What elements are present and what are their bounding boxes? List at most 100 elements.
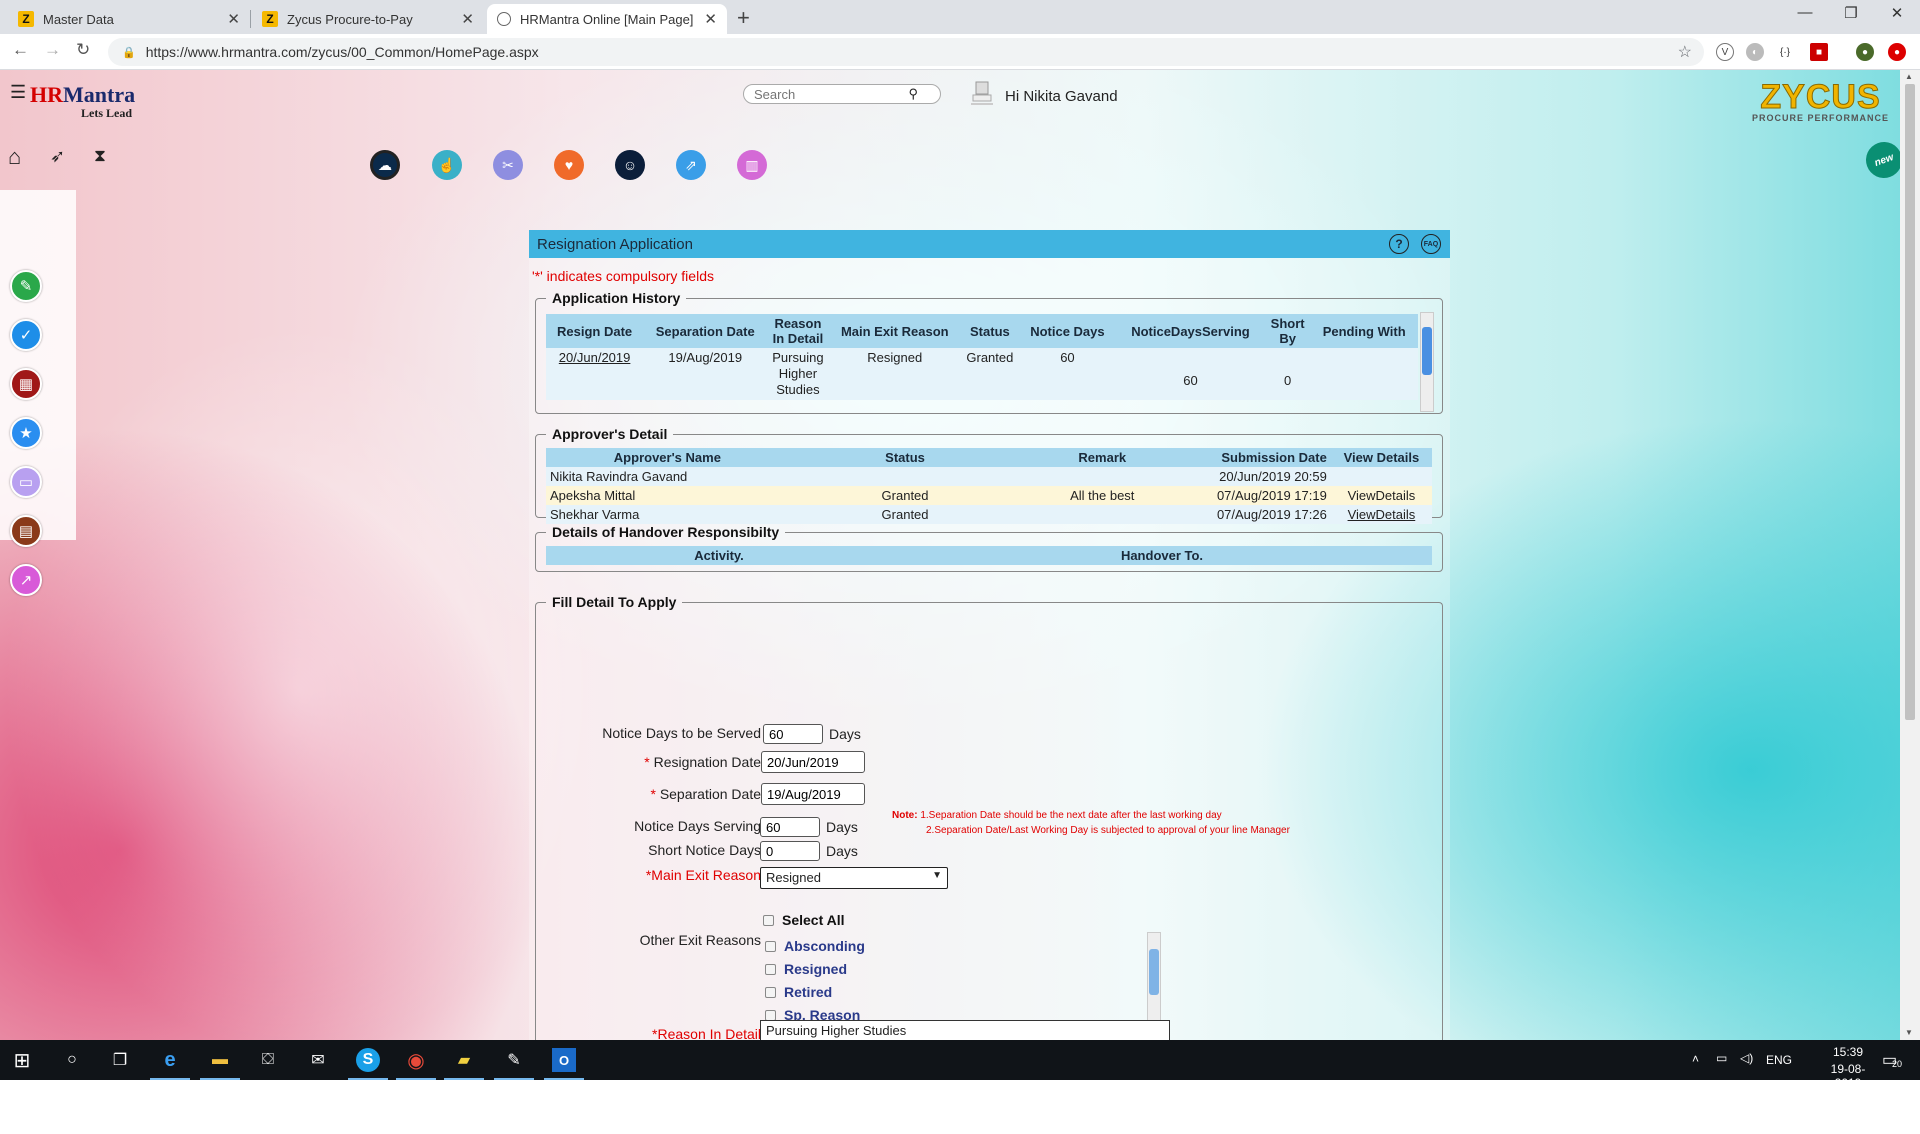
skype-icon[interactable]: S: [348, 1048, 388, 1080]
new-badge[interactable]: new: [1860, 136, 1900, 184]
minimize-icon[interactable]: —: [1782, 4, 1828, 21]
profile-avatar[interactable]: ●: [1856, 43, 1874, 61]
reload-icon[interactable]: ↻: [76, 40, 90, 60]
hourglass-icon[interactable]: ⧗: [94, 146, 106, 166]
scroll-thumb[interactable]: [1905, 84, 1915, 720]
forward-icon[interactable]: →: [44, 40, 61, 60]
outlook-icon[interactable]: O: [544, 1048, 584, 1080]
hrmantra-logo[interactable]: HRMantra Lets Lead: [30, 82, 135, 121]
language-indicator[interactable]: ENG: [1766, 1053, 1792, 1067]
task-view-icon[interactable]: ❐: [108, 1048, 132, 1072]
module-touch-icon[interactable]: ☝: [432, 150, 462, 180]
section-legend: Fill Detail To Apply: [552, 594, 677, 610]
history-scrollbar[interactable]: [1420, 312, 1434, 412]
module-person-icon[interactable]: ☺: [615, 150, 645, 180]
tab-zycus-p2p[interactable]: Z Zycus Procure-to-Pay ✕: [252, 4, 484, 34]
module-tools-icon[interactable]: ✂: [493, 150, 523, 180]
col-notice-days: Notice Days: [1018, 314, 1117, 348]
windows-start-icon[interactable]: ⊞: [10, 1048, 34, 1072]
reason-detail-textarea[interactable]: Pursuing Higher Studies: [760, 1020, 1170, 1040]
store-icon[interactable]: ⛋: [256, 1048, 280, 1072]
brand-tagline: PROCURE PERFORMANCE: [1752, 113, 1890, 123]
home-icon[interactable]: ⌂: [8, 144, 21, 170]
chrome-icon[interactable]: ◉: [396, 1048, 436, 1080]
sidebar-calendar-icon[interactable]: ▦: [10, 368, 42, 400]
back-icon[interactable]: ←: [12, 40, 29, 60]
extension-red-icon[interactable]: ■: [1810, 43, 1828, 61]
page-scrollbar[interactable]: ▲ ▼: [1900, 70, 1920, 1040]
main-exit-select[interactable]: Resigned ▼: [760, 867, 948, 889]
search-input[interactable]: [754, 86, 904, 102]
new-tab-button[interactable]: +: [737, 5, 750, 31]
faq-icon[interactable]: FAQ: [1421, 234, 1441, 254]
search-circle-icon[interactable]: ○: [60, 1048, 84, 1072]
sidebar-edit-icon[interactable]: ✎: [10, 270, 42, 302]
volume-icon[interactable]: ◁): [1740, 1051, 1753, 1065]
module-reports-icon[interactable]: ▥: [737, 150, 767, 180]
col-view-details: View Details: [1330, 448, 1432, 467]
cell-remark: [1021, 505, 1183, 524]
checkbox[interactable]: [765, 1009, 776, 1021]
separation-date-input[interactable]: [761, 783, 865, 805]
table-row: Nikita Ravindra Gavand 20/Jun/2019 20:59: [546, 467, 1432, 486]
view-details-link[interactable]: ViewDetails: [1331, 505, 1432, 524]
user-photo-icon[interactable]: [968, 80, 996, 108]
scroll-up-icon[interactable]: ▲: [1905, 72, 1913, 81]
extension-icon[interactable]: ◐: [1746, 43, 1764, 61]
module-people-icon[interactable]: ☁: [370, 150, 400, 180]
sidebar-laptop-icon[interactable]: ▭: [10, 466, 42, 498]
table-row: 20/Jun/2019 19/Aug/2019 Pursuing Higher …: [546, 348, 1418, 400]
sticky-notes-icon[interactable]: ▰: [444, 1048, 484, 1080]
resignation-date-input[interactable]: [761, 751, 865, 773]
close-window-icon[interactable]: ✕: [1874, 4, 1920, 22]
reasons-scrollbar[interactable]: [1147, 932, 1161, 1032]
short-notice-input[interactable]: [760, 841, 820, 861]
scroll-down-icon[interactable]: ▼: [1905, 1028, 1913, 1037]
reason-checkbox[interactable]: Absconding: [765, 938, 865, 954]
sidebar-check-icon[interactable]: ✓: [10, 319, 42, 351]
extension-stop-icon[interactable]: ●: [1888, 43, 1906, 61]
notice-days-input[interactable]: [763, 724, 823, 744]
cell-resign-date[interactable]: 20/Jun/2019: [546, 348, 643, 400]
extension-v-icon[interactable]: V: [1716, 43, 1734, 61]
days-unit: Days: [829, 726, 861, 742]
restore-icon[interactable]: ❐: [1828, 4, 1874, 22]
scroll-thumb[interactable]: [1422, 327, 1432, 375]
note-line-2: 2.Separation Date/Last Working Day is su…: [926, 825, 1290, 836]
checkbox[interactable]: [763, 914, 774, 926]
close-tab-icon[interactable]: ✕: [704, 10, 717, 28]
reason-checkbox[interactable]: Retired: [765, 984, 832, 1000]
bookmark-star-icon[interactable]: ☆: [1678, 42, 1692, 62]
extension-code-icon[interactable]: {·}: [1776, 43, 1794, 61]
sidebar-book-icon[interactable]: ▤: [10, 515, 42, 547]
cell-short-by: 0: [1284, 372, 1292, 388]
notifications-icon[interactable]: ▭ 20: [1882, 1050, 1902, 1070]
url-field[interactable]: 🔒 https://www.hrmantra.com/zycus/00_Comm…: [108, 38, 1704, 66]
reason-checkbox[interactable]: Resigned: [765, 961, 847, 977]
sidebar-star-icon[interactable]: ★: [10, 417, 42, 449]
tray-chevron-icon[interactable]: ˄: [1692, 1052, 1699, 1066]
notice-serving-input[interactable]: [760, 817, 820, 837]
tab-master-data[interactable]: Z Master Data ✕: [8, 4, 250, 34]
rocket-icon[interactable]: ➶: [50, 146, 65, 167]
select-all-checkbox[interactable]: Select All: [763, 912, 845, 928]
mail-icon[interactable]: ✉: [306, 1048, 330, 1072]
menu-icon[interactable]: ☰: [10, 82, 26, 103]
view-details-link[interactable]: ViewDetails: [1331, 486, 1432, 505]
checkbox[interactable]: [765, 986, 776, 998]
edge-icon[interactable]: e: [150, 1048, 190, 1080]
checkbox[interactable]: [765, 940, 776, 952]
close-tab-icon[interactable]: ✕: [227, 10, 240, 28]
close-tab-icon[interactable]: ✕: [461, 10, 474, 28]
notepad-icon[interactable]: ✎: [494, 1048, 534, 1080]
network-icon[interactable]: ▭: [1716, 1051, 1727, 1065]
help-icon[interactable]: ?: [1389, 234, 1409, 254]
module-growth-icon[interactable]: ⇗: [676, 150, 706, 180]
scroll-thumb[interactable]: [1149, 949, 1159, 995]
search-icon[interactable]: ⚲: [908, 86, 918, 102]
checkbox[interactable]: [765, 963, 776, 975]
tab-hrmantra[interactable]: HRMantra Online [Main Page] ✕: [487, 4, 727, 34]
sidebar-chart-icon[interactable]: ↗: [10, 564, 42, 596]
module-health-icon[interactable]: ♥: [554, 150, 584, 180]
file-explorer-icon[interactable]: ▬: [200, 1048, 240, 1080]
